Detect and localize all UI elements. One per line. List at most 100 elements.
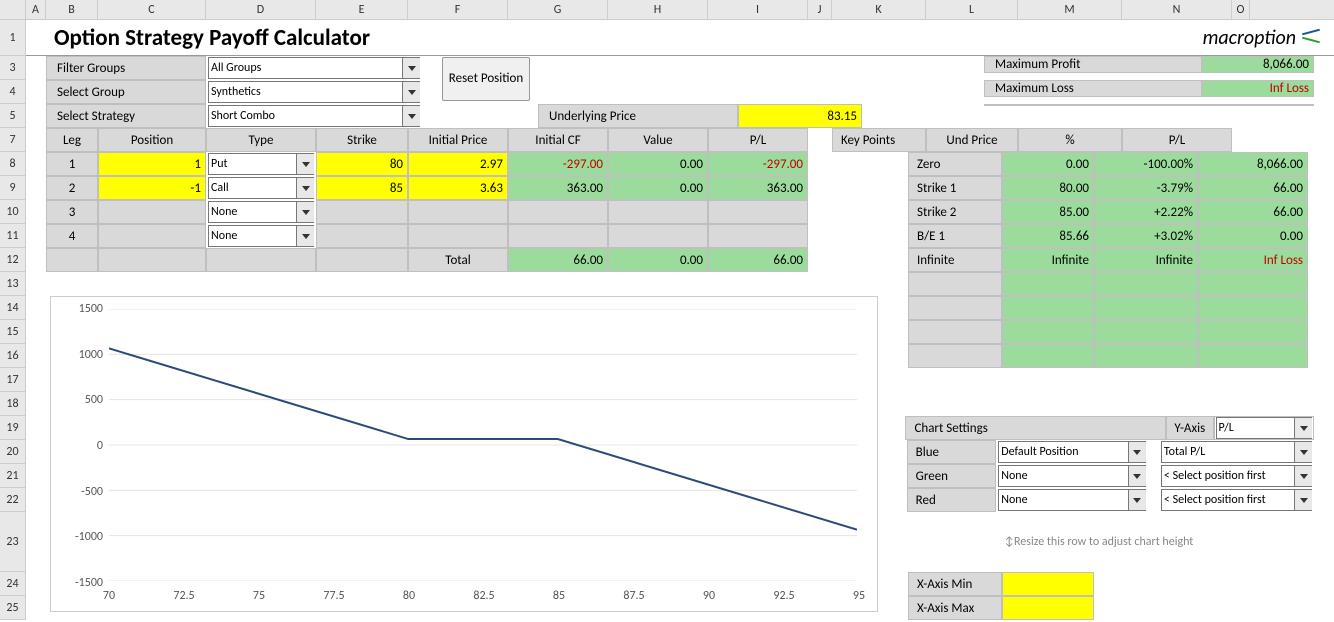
row-12[interactable]: 12 — [0, 248, 26, 272]
col-k[interactable]: K — [832, 0, 926, 19]
col-a[interactable]: A — [26, 0, 46, 19]
col-j[interactable]: J — [808, 0, 832, 19]
underlying-value[interactable]: 83.15 — [738, 104, 862, 128]
green-series-select[interactable] — [1161, 465, 1312, 487]
select-strategy-select[interactable] — [208, 105, 420, 127]
y-tick: -1500 — [57, 576, 103, 590]
row-13[interactable]: 13 — [0, 272, 26, 296]
leg-type-select[interactable] — [208, 153, 314, 175]
blue-series-wrap[interactable] — [1159, 440, 1314, 464]
col-e[interactable]: E — [316, 0, 408, 19]
row-25[interactable]: 25 — [0, 596, 26, 620]
leg-type-select[interactable] — [208, 177, 314, 199]
row-8[interactable]: 8 — [0, 152, 26, 176]
row-10[interactable]: 10 — [0, 200, 26, 224]
select-strategy-wrap[interactable] — [206, 104, 422, 128]
legs-hdr-type: Type — [206, 128, 316, 152]
reset-position-button[interactable]: Reset Position — [442, 57, 530, 101]
select-strategy-label: Select Strategy — [46, 104, 206, 128]
leg-pl: 363.00 — [708, 176, 808, 200]
leg-strike[interactable]: 80 — [316, 152, 408, 176]
row-3[interactable]: 3 — [0, 56, 26, 80]
blue-select-wrap[interactable] — [996, 440, 1147, 464]
row-17[interactable]: 17 — [0, 368, 26, 392]
leg-value — [608, 200, 708, 224]
select-group-select[interactable] — [208, 81, 420, 103]
leg-pl: -297.00 — [708, 152, 808, 176]
row-5[interactable]: 5 — [0, 104, 26, 128]
reset-button-label: Reset Position — [449, 71, 523, 86]
green-select-wrap[interactable] — [996, 464, 1147, 488]
row-19[interactable]: 19 — [0, 416, 26, 440]
row-1[interactable]: 1 — [0, 20, 26, 56]
leg-init-price[interactable]: 2.97 — [408, 152, 508, 176]
x-tick: 85 — [553, 589, 565, 603]
leg-position[interactable] — [98, 224, 206, 248]
row-20[interactable]: 20 — [0, 440, 26, 464]
leg-strike[interactable]: 85 — [316, 176, 408, 200]
col-d[interactable]: D — [206, 0, 316, 19]
leg-init-price[interactable]: 3.63 — [408, 176, 508, 200]
filter-groups-select-wrap[interactable] — [206, 56, 422, 80]
xmax-value[interactable] — [1002, 596, 1094, 620]
leg-init-price[interactable] — [408, 200, 508, 224]
filter-groups-select[interactable] — [208, 57, 420, 79]
red-series-wrap[interactable] — [1159, 488, 1314, 512]
col-f[interactable]: F — [408, 0, 508, 19]
leg-value — [608, 224, 708, 248]
row-18[interactable]: 18 — [0, 392, 26, 416]
leg-position[interactable]: 1 — [98, 152, 206, 176]
col-l[interactable]: L — [926, 0, 1018, 19]
max-profit-value: 8,066.00 — [1202, 56, 1314, 73]
row-9[interactable]: 9 — [0, 176, 26, 200]
leg-strike[interactable] — [316, 200, 408, 224]
leg-type-wrap[interactable] — [206, 200, 316, 224]
kp-pct: -100.00% — [1094, 152, 1198, 176]
kp-hdr-und: Und Price — [926, 128, 1018, 152]
col-b[interactable]: B — [46, 0, 98, 19]
yaxis-select[interactable] — [1216, 417, 1312, 439]
col-g[interactable]: G — [508, 0, 608, 19]
leg-init-price[interactable] — [408, 224, 508, 248]
x-tick: 90 — [703, 589, 715, 603]
blue-series-select[interactable] — [1161, 441, 1312, 463]
leg-type-wrap[interactable] — [206, 176, 316, 200]
leg-type-select[interactable] — [208, 201, 314, 223]
row-7[interactable]: 7 — [0, 128, 26, 152]
leg-type-wrap[interactable] — [206, 152, 316, 176]
col-c[interactable]: C — [98, 0, 206, 19]
x-tick: 92.5 — [773, 589, 794, 603]
col-m[interactable]: M — [1018, 0, 1122, 19]
row-21[interactable]: 21 — [0, 464, 26, 488]
col-i[interactable]: I — [708, 0, 808, 19]
leg-number: 4 — [46, 224, 98, 248]
row-15[interactable]: 15 — [0, 320, 26, 344]
row-14[interactable]: 14 — [0, 296, 26, 320]
row-4[interactable]: 4 — [0, 80, 26, 104]
green-select[interactable] — [998, 465, 1145, 487]
blue-select[interactable] — [998, 441, 1145, 463]
row-23[interactable]: 23 — [0, 512, 26, 572]
col-o[interactable]: O — [1232, 0, 1250, 19]
leg-type-select[interactable] — [208, 225, 314, 247]
legs-hdr-initcf: Initial CF — [508, 128, 608, 152]
yaxis-select-wrap[interactable] — [1214, 416, 1314, 440]
green-series-wrap[interactable] — [1159, 464, 1314, 488]
select-group-wrap[interactable] — [206, 80, 422, 104]
corner-cell — [0, 0, 26, 19]
x-tick: 80 — [403, 589, 415, 603]
leg-position[interactable] — [98, 200, 206, 224]
col-h[interactable]: H — [608, 0, 708, 19]
row-24[interactable]: 24 — [0, 572, 26, 596]
leg-strike[interactable] — [316, 224, 408, 248]
red-select[interactable] — [998, 489, 1145, 511]
row-16[interactable]: 16 — [0, 344, 26, 368]
red-select-wrap[interactable] — [996, 488, 1147, 512]
xmin-value[interactable] — [1002, 572, 1094, 596]
row-11[interactable]: 11 — [0, 224, 26, 248]
leg-type-wrap[interactable] — [206, 224, 316, 248]
row-22[interactable]: 22 — [0, 488, 26, 512]
col-n[interactable]: N — [1122, 0, 1232, 19]
red-series-select[interactable] — [1161, 489, 1312, 511]
leg-position[interactable]: -1 — [98, 176, 206, 200]
